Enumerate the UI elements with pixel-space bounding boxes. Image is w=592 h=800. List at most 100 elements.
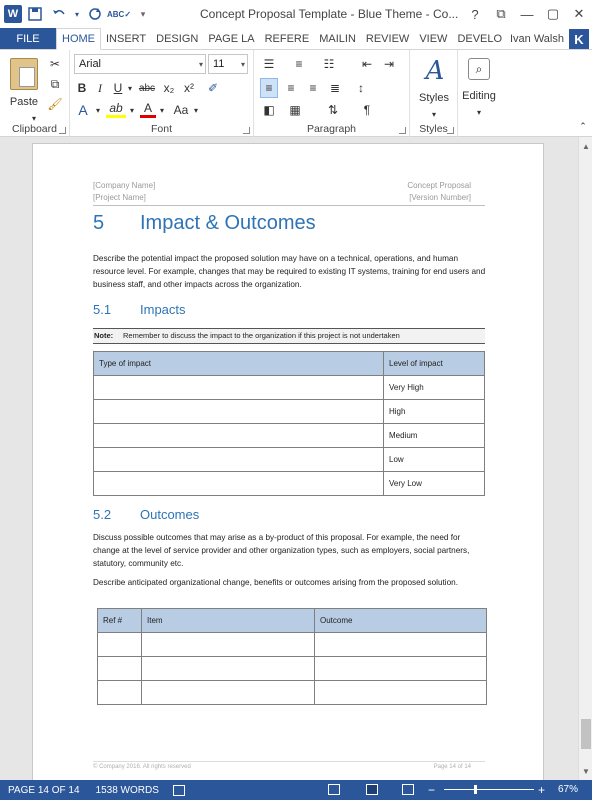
spelling-icon[interactable]: ABC✓ — [107, 3, 131, 25]
table-cell[interactable]: High — [383, 399, 485, 424]
table-cell[interactable] — [141, 680, 315, 705]
scrollbar-thumb[interactable] — [581, 719, 591, 749]
highlight-button[interactable]: ab — [106, 100, 126, 118]
help-button[interactable]: ? — [462, 0, 488, 28]
outcomes-paragraph-1[interactable]: Discuss possible outcomes that may arise… — [93, 531, 487, 570]
zoom-in-button[interactable]: + — [538, 783, 545, 797]
table-cell[interactable] — [93, 375, 384, 400]
read-mode-icon[interactable] — [328, 784, 340, 795]
align-center-icon[interactable]: ≡ — [282, 78, 300, 98]
align-right-icon[interactable]: ≡ — [304, 78, 322, 98]
font-name-select[interactable]: Arial ▾ — [74, 54, 206, 74]
numbering-icon[interactable]: ≡ — [290, 54, 308, 74]
tab-references[interactable]: REFERE — [260, 28, 315, 49]
chevron-down-icon[interactable]: ▾ — [158, 100, 166, 120]
redo-icon[interactable] — [84, 3, 106, 25]
chevron-down-icon[interactable]: ▾ — [72, 3, 82, 25]
table-cell[interactable] — [314, 656, 487, 681]
ribbon-display-button[interactable]: ⧉ — [488, 0, 514, 28]
copy-icon[interactable]: ⧉ — [46, 74, 64, 94]
italic-button[interactable]: I — [92, 78, 108, 98]
chevron-down-icon[interactable]: ▾ — [94, 100, 102, 120]
zoom-slider-track[interactable] — [444, 789, 534, 790]
justify-icon[interactable]: ≣ — [326, 78, 344, 98]
heading-outcomes[interactable]: 5.2 Outcomes — [93, 507, 199, 522]
tab-page-layout[interactable]: PAGE LA — [203, 28, 259, 49]
font-color-button[interactable]: A — [140, 100, 156, 118]
decrease-indent-icon[interactable]: ⇤ — [358, 54, 376, 74]
subscript-button[interactable]: x₂ — [160, 78, 178, 98]
table-cell[interactable] — [97, 680, 142, 705]
outcomes-paragraph-2[interactable]: Describe anticipated organizational chan… — [93, 576, 487, 589]
tab-mailings[interactable]: MAILIN — [314, 28, 361, 49]
note-box[interactable]: Note: Remember to discuss the impact to t… — [93, 328, 485, 344]
intro-paragraph[interactable]: Describe the potential impact the propos… — [93, 252, 487, 291]
web-layout-icon[interactable] — [402, 784, 414, 795]
table-cell[interactable]: Medium — [383, 423, 485, 448]
binoculars-icon[interactable]: ⌕ — [468, 58, 490, 80]
save-icon[interactable] — [24, 3, 46, 25]
chevron-down-icon[interactable]: ▾ — [128, 100, 136, 120]
strikethrough-button[interactable]: abc — [136, 78, 158, 98]
styles-icon[interactable]: A — [422, 56, 448, 86]
tab-view[interactable]: VIEW — [414, 28, 452, 49]
change-case-button[interactable]: Aa — [170, 100, 192, 120]
chevron-down-icon[interactable]: ▾ — [473, 102, 485, 122]
font-size-select[interactable]: 11 ▾ — [208, 54, 248, 74]
table-cell[interactable] — [93, 471, 384, 496]
tab-developer[interactable]: DEVELO — [452, 28, 507, 49]
table-cell[interactable] — [141, 656, 315, 681]
paste-icon[interactable] — [10, 58, 38, 90]
undo-icon[interactable] — [48, 3, 70, 25]
table-cell[interactable] — [97, 632, 142, 657]
minimize-button[interactable]: — — [514, 0, 540, 28]
table-cell[interactable] — [314, 632, 487, 657]
table-cell[interactable] — [93, 447, 384, 472]
table-cell[interactable]: Low — [383, 447, 485, 472]
heading-impacts[interactable]: 5.1 Impacts — [93, 302, 186, 317]
collapse-ribbon-icon[interactable]: ⌃ — [576, 116, 590, 136]
clear-formatting-icon[interactable]: ✐ — [204, 78, 222, 98]
tab-design[interactable]: DESIGN — [151, 28, 203, 49]
underline-button[interactable]: U — [110, 78, 126, 98]
zoom-level[interactable]: 67% — [558, 784, 578, 795]
table-header-cell[interactable]: Level of impact — [383, 351, 485, 376]
text-effects-button[interactable]: A — [74, 100, 92, 120]
vertical-scrollbar[interactable]: ▲ ▼ — [578, 137, 592, 780]
tab-file[interactable]: FILE — [0, 28, 56, 49]
heading-impact-outcomes[interactable]: 5 Impact & Outcomes — [93, 212, 316, 235]
table-header-cell[interactable]: Type of impact — [93, 351, 384, 376]
word-count[interactable]: 1538 WORDS — [88, 785, 167, 796]
print-layout-icon[interactable] — [366, 784, 378, 795]
borders-icon[interactable]: ▦ — [286, 100, 304, 120]
cut-icon[interactable]: ✂ — [46, 54, 64, 74]
zoom-out-button[interactable]: − — [428, 783, 435, 797]
table-cell[interactable] — [93, 423, 384, 448]
tab-home[interactable]: HOME — [56, 28, 101, 50]
clipboard-launcher-icon[interactable] — [59, 127, 66, 134]
increase-indent-icon[interactable]: ⇥ — [380, 54, 398, 74]
bullets-icon[interactable]: ☰ — [260, 54, 278, 74]
proofing-icon[interactable] — [172, 784, 185, 796]
font-launcher-icon[interactable] — [243, 127, 250, 134]
format-painter-icon[interactable]: 🖌 — [46, 94, 64, 114]
zoom-slider-thumb[interactable] — [474, 785, 477, 794]
table-cell[interactable] — [93, 399, 384, 424]
bold-button[interactable]: B — [74, 78, 90, 98]
multilevel-list-icon[interactable]: ☷ — [320, 54, 338, 74]
scroll-down-icon[interactable]: ▼ — [579, 764, 592, 778]
styles-launcher-icon[interactable] — [447, 127, 454, 134]
chevron-down-icon[interactable]: ▾ — [126, 78, 134, 98]
table-header-cell[interactable]: Ref # — [97, 608, 142, 633]
table-cell[interactable]: Very High — [383, 375, 485, 400]
table-cell[interactable] — [141, 632, 315, 657]
tab-insert[interactable]: INSERT — [101, 28, 151, 49]
tab-review[interactable]: REVIEW — [361, 28, 414, 49]
table-cell[interactable] — [314, 680, 487, 705]
superscript-button[interactable]: x² — [180, 78, 198, 98]
table-cell[interactable] — [97, 656, 142, 681]
table-cell[interactable]: Very Low — [383, 471, 485, 496]
restore-button[interactable]: ▢ — [540, 0, 566, 28]
chevron-down-icon[interactable]: ▾ — [428, 104, 440, 124]
shading-icon[interactable]: ◧ — [260, 100, 278, 120]
